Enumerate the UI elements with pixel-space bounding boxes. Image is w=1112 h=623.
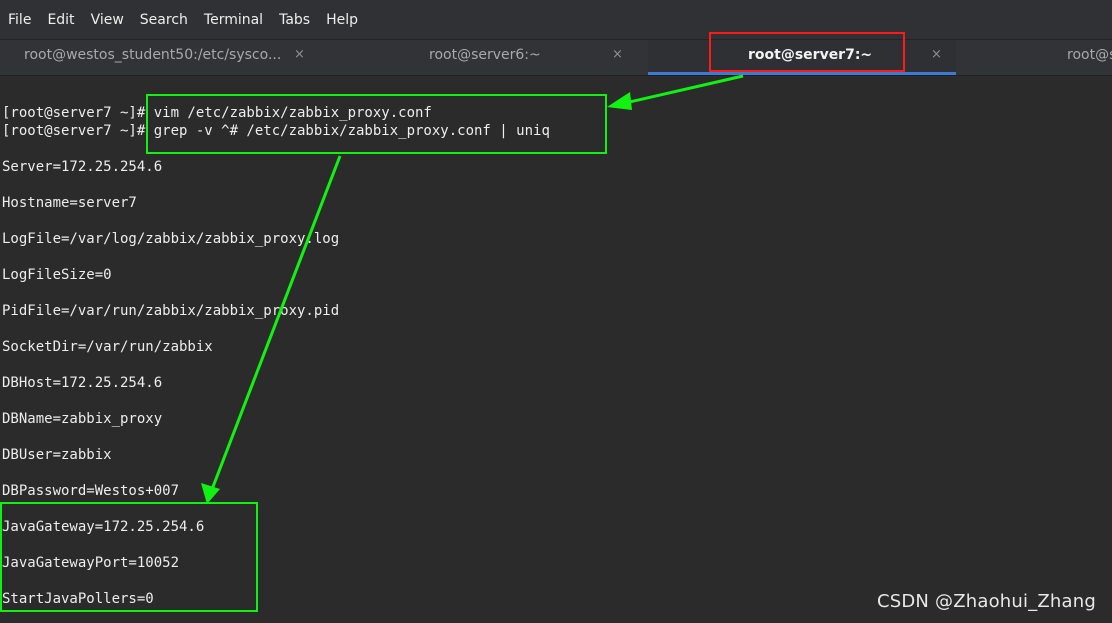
tab-server6[interactable]: root@server6:~ ×: [324, 40, 648, 75]
menu-help[interactable]: Help: [318, 0, 366, 40]
terminal-line: LogFile=/var/log/zabbix/zabbix_proxy.log: [2, 231, 340, 247]
tab-server7[interactable]: root@server7:~ ×: [648, 40, 956, 75]
terminal-line: DBPassword=Westos+007: [2, 483, 180, 499]
menu-edit[interactable]: Edit: [39, 0, 82, 40]
terminal-line: Hostname=server7: [2, 195, 137, 211]
close-icon[interactable]: ×: [612, 40, 623, 70]
terminal-line: [root@server7 ~]# grep -v ^# /etc/zabbix…: [2, 123, 550, 139]
terminal-line: JavaGatewayPort=10052: [2, 555, 180, 571]
tab-server-partial[interactable]: root@s: [956, 40, 1112, 75]
active-tab-indicator: [648, 72, 956, 75]
close-icon[interactable]: ×: [294, 40, 305, 70]
terminal-line: DBUser=zabbix: [2, 447, 112, 463]
terminal-line: DBHost=172.25.254.6: [2, 375, 163, 391]
terminal-line: PidFile=/var/run/zabbix/zabbix_proxy.pid: [2, 303, 340, 319]
close-icon[interactable]: ×: [931, 40, 942, 70]
terminal-line: [root@server7 ~]# vim /etc/zabbix/zabbix…: [2, 105, 432, 121]
terminal-line: LogFileSize=0: [2, 267, 112, 283]
tab-label: root@server6:~: [429, 47, 541, 63]
tab-label: root@server7:~: [748, 47, 873, 63]
tab-label: root@s: [1067, 47, 1112, 63]
watermark: CSDN @Zhaohui_Zhang: [876, 591, 1096, 612]
menu-search[interactable]: Search: [132, 0, 196, 40]
terminal-line: DBName=zabbix_proxy: [2, 411, 163, 427]
terminal-line: Server=172.25.254.6: [2, 159, 163, 175]
menu-bar: File Edit View Search Terminal Tabs Help: [0, 0, 1112, 40]
menu-terminal[interactable]: Terminal: [196, 0, 271, 40]
terminal-line: SocketDir=/var/run/zabbix: [2, 339, 213, 355]
tab-label: root@westos_student50:/etc/sysco...: [24, 47, 282, 63]
terminal-line: JavaGateway=172.25.254.6: [2, 519, 205, 535]
tab-westos-student50[interactable]: root@westos_student50:/etc/sysco... ×: [0, 40, 324, 75]
menu-view[interactable]: View: [83, 0, 132, 40]
terminal-line: StartJavaPollers=0: [2, 591, 154, 607]
menu-file[interactable]: File: [0, 0, 39, 40]
tab-bar: root@westos_student50:/etc/sysco... × ro…: [0, 40, 1112, 76]
menu-tabs[interactable]: Tabs: [271, 0, 318, 40]
